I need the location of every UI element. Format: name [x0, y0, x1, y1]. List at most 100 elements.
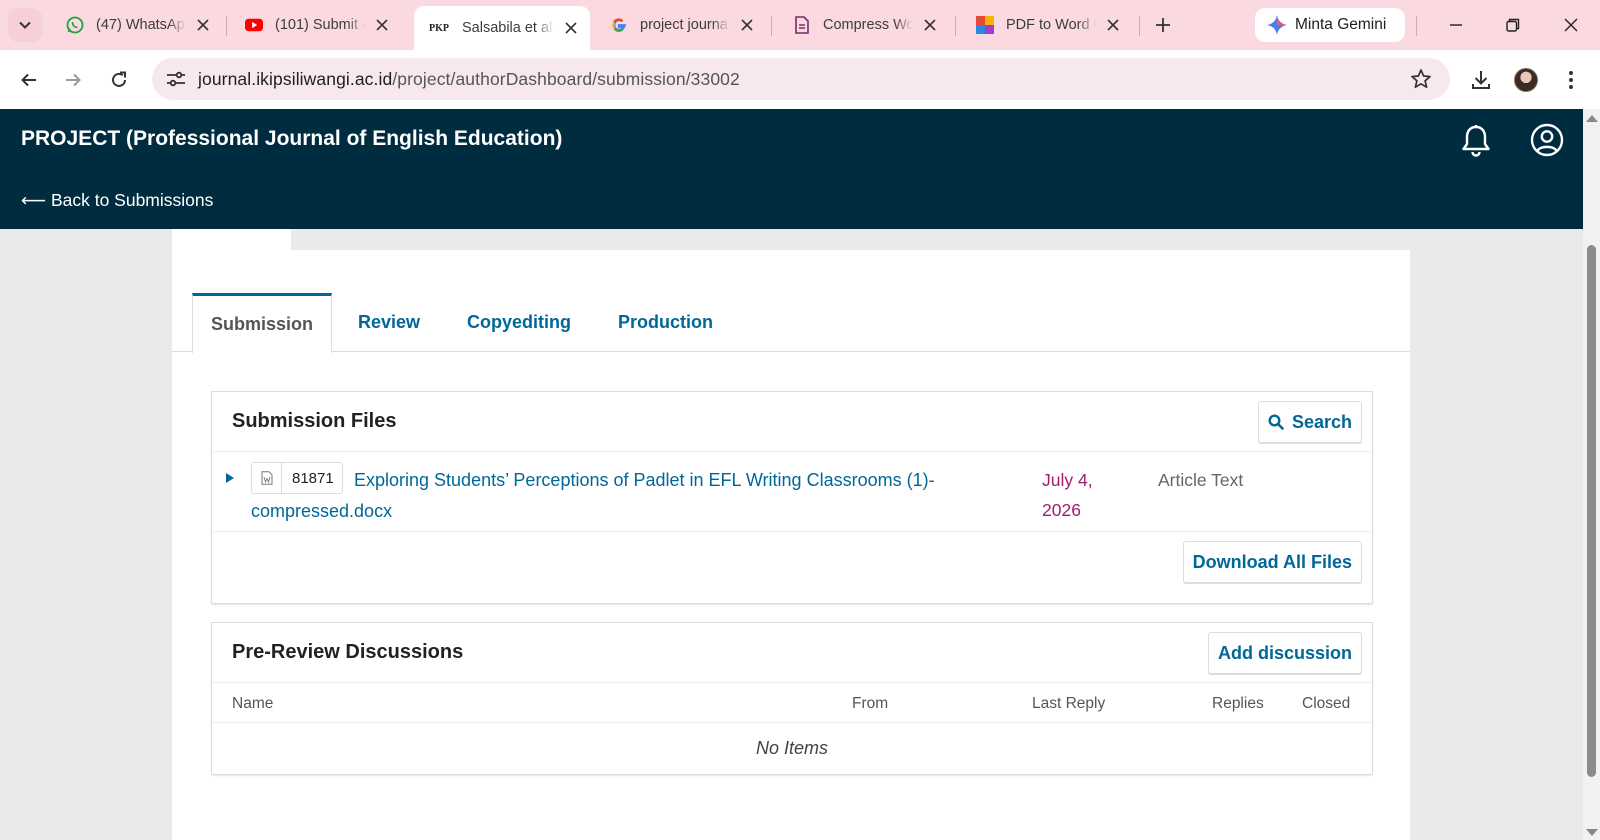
scrollbar-thumb[interactable] — [1587, 245, 1596, 777]
downloads-button[interactable] — [1465, 64, 1497, 96]
column-header-name: Name — [232, 695, 274, 712]
browser-tab-google[interactable]: project journa — [596, 6, 766, 44]
gemini-label: Minta Gemini — [1295, 16, 1387, 33]
browser-tab-title: Compress Wo — [823, 17, 913, 33]
browser-tab-salsabila[interactable]: PKP Salsabila et al. — [414, 6, 590, 50]
file-type: Article Text — [1158, 470, 1244, 490]
close-tab-icon[interactable] — [1104, 16, 1122, 34]
url-text: journal.ikipsiliwangi.ac.id/project/auth… — [198, 69, 740, 90]
pdf-to-word-icon — [976, 16, 994, 34]
forward-button[interactable] — [57, 64, 89, 96]
browser-tab-title: (47) WhatsApp — [96, 17, 186, 33]
address-bar[interactable]: journal.ikipsiliwangi.ac.id/project/auth… — [152, 58, 1450, 100]
gemini-sparkle-icon — [1267, 15, 1287, 35]
browser-menu-button[interactable] — [1555, 64, 1587, 96]
restore-button[interactable] — [1497, 10, 1529, 40]
discussions-title: Pre-Review Discussions — [232, 641, 464, 663]
tab-review[interactable]: Review — [358, 293, 420, 352]
file-name-link[interactable]: Exploring Students’ Perceptions of Padle… — [251, 465, 971, 527]
gemini-button[interactable]: Minta Gemini — [1255, 8, 1405, 42]
close-tab-icon[interactable] — [562, 19, 580, 37]
google-icon — [610, 16, 628, 34]
minimize-icon — [1450, 24, 1462, 26]
tab-divider — [226, 16, 227, 36]
download-all-files-button[interactable]: Download All Files — [1182, 541, 1362, 583]
search-icon — [1268, 414, 1284, 430]
expand-caret-icon[interactable] — [225, 471, 235, 489]
download-icon — [1472, 71, 1490, 89]
discussions-table-header: Name From Last Reply Replies Closed — [212, 683, 1372, 723]
plus-icon — [1156, 18, 1170, 32]
arrow-left-icon — [21, 73, 36, 87]
user-account-icon[interactable] — [1530, 123, 1564, 162]
site-title[interactable]: PROJECT (Professional Journal of English… — [21, 127, 562, 151]
browser-tab-title: PDF to Word C — [1006, 17, 1096, 33]
avatar — [1514, 68, 1538, 92]
tab-search-button[interactable] — [8, 8, 42, 42]
tab-copyediting[interactable]: Copyediting — [467, 293, 571, 352]
submission-files-card: Submission Files Search 81871 Exploring … — [212, 392, 1372, 603]
tab-divider — [1416, 16, 1417, 36]
workflow-tabs: Submission Review Copyediting Production — [172, 250, 1410, 353]
browser-tabstrip: (47) WhatsApp (101) Submit a PKP Salsabi… — [0, 0, 1600, 50]
panel-header-gap — [291, 229, 1410, 250]
browser-tab-compress[interactable]: Compress Wo — [779, 6, 949, 44]
close-tab-icon[interactable] — [921, 16, 939, 34]
submission-files-title: Submission Files — [232, 410, 397, 432]
browser-tab-title: (101) Submit a — [275, 17, 365, 33]
reload-icon — [112, 71, 126, 87]
discussions-header: Pre-Review Discussions Add discussion — [212, 623, 1372, 683]
notifications-bell-icon[interactable] — [1460, 124, 1492, 163]
whatsapp-icon — [66, 16, 84, 34]
page-viewport: PROJECT (Professional Journal of English… — [0, 109, 1583, 840]
profile-button[interactable] — [1510, 64, 1542, 96]
browser-toolbar: journal.ikipsiliwangi.ac.id/project/auth… — [0, 50, 1600, 109]
close-icon — [1564, 18, 1578, 32]
column-header-from: From — [852, 695, 889, 712]
youtube-icon — [245, 16, 263, 34]
close-tab-icon[interactable] — [373, 16, 391, 34]
site-header: PROJECT (Professional Journal of English… — [0, 109, 1583, 229]
column-header-closed: Closed — [1302, 695, 1351, 712]
pre-review-discussions-card: Pre-Review Discussions Add discussion Na… — [212, 623, 1372, 774]
arrow-right-icon — [66, 73, 81, 87]
document-icon — [793, 16, 811, 34]
tab-submission[interactable]: Submission — [192, 293, 332, 353]
scroll-down-arrow-icon[interactable] — [1586, 829, 1598, 836]
tab-production[interactable]: Production — [618, 293, 713, 352]
tab-divider — [1139, 16, 1140, 36]
close-window-button[interactable] — [1555, 10, 1587, 40]
browser-tab-title: Salsabila et al. — [462, 20, 554, 36]
search-label: Search — [1291, 411, 1352, 432]
file-row: 81871 Exploring Students’ Perceptions of… — [212, 452, 1372, 532]
empty-discussions-message: No Items — [755, 737, 829, 758]
back-to-submissions-link[interactable]: ⟵ Back to Submissions — [21, 190, 213, 211]
chevron-down-icon — [19, 21, 31, 29]
submission-files-header: Submission Files Search — [212, 392, 1372, 452]
restore-icon — [1506, 18, 1520, 32]
reload-button[interactable] — [103, 64, 135, 96]
pkp-icon: PKP — [429, 22, 449, 34]
site-settings-icon[interactable] — [166, 70, 188, 88]
close-tab-icon[interactable] — [194, 16, 212, 34]
page-scrollbar[interactable] — [1583, 109, 1600, 840]
browser-tab-title: project journa — [640, 17, 728, 33]
browser-tab-whatsapp[interactable]: (47) WhatsApp — [52, 6, 222, 44]
browser-tab-youtube[interactable]: (101) Submit a — [231, 6, 401, 44]
scroll-up-arrow-icon[interactable] — [1586, 115, 1598, 122]
close-tab-icon[interactable] — [738, 16, 756, 34]
more-vertical-icon — [1569, 71, 1573, 89]
column-header-last-reply: Last Reply — [1032, 695, 1106, 712]
tab-divider — [771, 16, 772, 36]
back-button[interactable] — [13, 64, 45, 96]
minimize-button[interactable] — [1440, 10, 1472, 40]
bookmark-star-icon[interactable] — [1410, 68, 1432, 90]
add-discussion-button[interactable]: Add discussion — [1207, 632, 1362, 674]
search-files-button[interactable]: Search — [1257, 401, 1362, 443]
submission-files-footer: Download All Files — [212, 532, 1372, 602]
file-date: July 4, 2026 — [1042, 470, 1093, 520]
url-path: /project/authorDashboard/submission/3300… — [392, 68, 740, 89]
tab-divider — [955, 16, 956, 36]
new-tab-button[interactable] — [1150, 12, 1176, 38]
browser-tab-pdf-to-word[interactable]: PDF to Word C — [962, 6, 1132, 44]
